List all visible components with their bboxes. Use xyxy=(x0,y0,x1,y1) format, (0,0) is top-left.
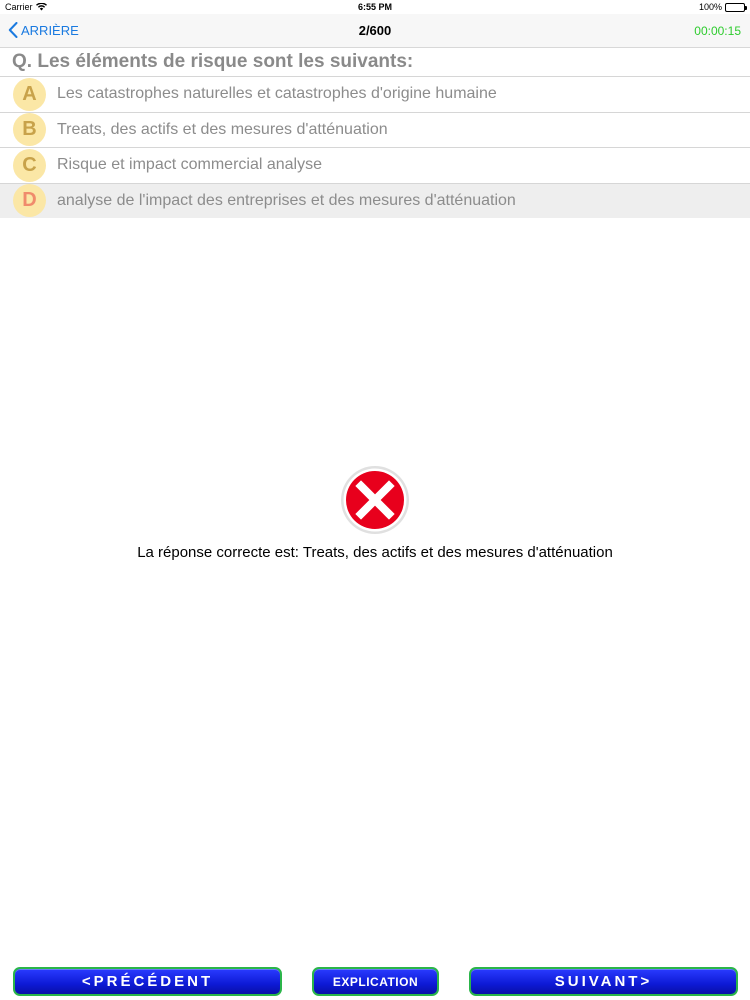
answer-option-d[interactable]: D analyse de l'impact des entreprises et… xyxy=(0,182,750,218)
wrong-answer-icon xyxy=(341,466,409,534)
battery-indicator: 100% xyxy=(698,2,747,12)
clock: 6:55 PM xyxy=(357,2,392,12)
answer-option-c[interactable]: C Risque et impact commercial analyse xyxy=(0,147,750,183)
back-button[interactable]: ARRIÈRE xyxy=(8,22,79,38)
answer-letter-badge: C xyxy=(13,148,46,182)
chevron-left-icon xyxy=(8,22,18,38)
answer-text: Treats, des actifs et des mesures d'atté… xyxy=(57,120,388,138)
answer-option-a[interactable]: A Les catastrophes naturelles et catastr… xyxy=(0,76,750,112)
next-button[interactable]: SUIVANT> xyxy=(469,967,738,996)
answer-letter-badge: D xyxy=(13,184,46,218)
back-label: ARRIÈRE xyxy=(21,22,79,38)
answer-text: Les catastrophes naturelles et catastrop… xyxy=(57,85,497,103)
answer-text: Risque et impact commercial analyse xyxy=(57,156,322,174)
question-counter: 2/600 xyxy=(358,23,392,38)
answer-option-b[interactable]: B Treats, des actifs et des mesures d'at… xyxy=(0,111,750,148)
explanation-button[interactable]: EXPLICATION xyxy=(312,967,439,996)
status-bar: Carrier 6:55 PM 100% xyxy=(0,0,750,14)
navigation-bar: ARRIÈRE 2/600 00:00:15 xyxy=(0,14,750,48)
question-text: Q. Les éléments de risque sont les suiva… xyxy=(12,51,414,72)
answer-letter-badge: A xyxy=(13,77,46,111)
elapsed-timer: 00:00:15 xyxy=(694,24,741,38)
battery-percent: 100% xyxy=(698,2,722,12)
previous-button[interactable]: <PRÉCÉDENT xyxy=(13,967,282,996)
answer-letter-badge: B xyxy=(13,113,46,147)
answer-list: A Les catastrophes naturelles et catastr… xyxy=(0,76,750,218)
battery-icon xyxy=(725,2,747,12)
answer-text: analyse de l'impact des entreprises et d… xyxy=(57,191,516,209)
correct-answer-message: La réponse correcte est: Treats, des act… xyxy=(137,544,613,561)
